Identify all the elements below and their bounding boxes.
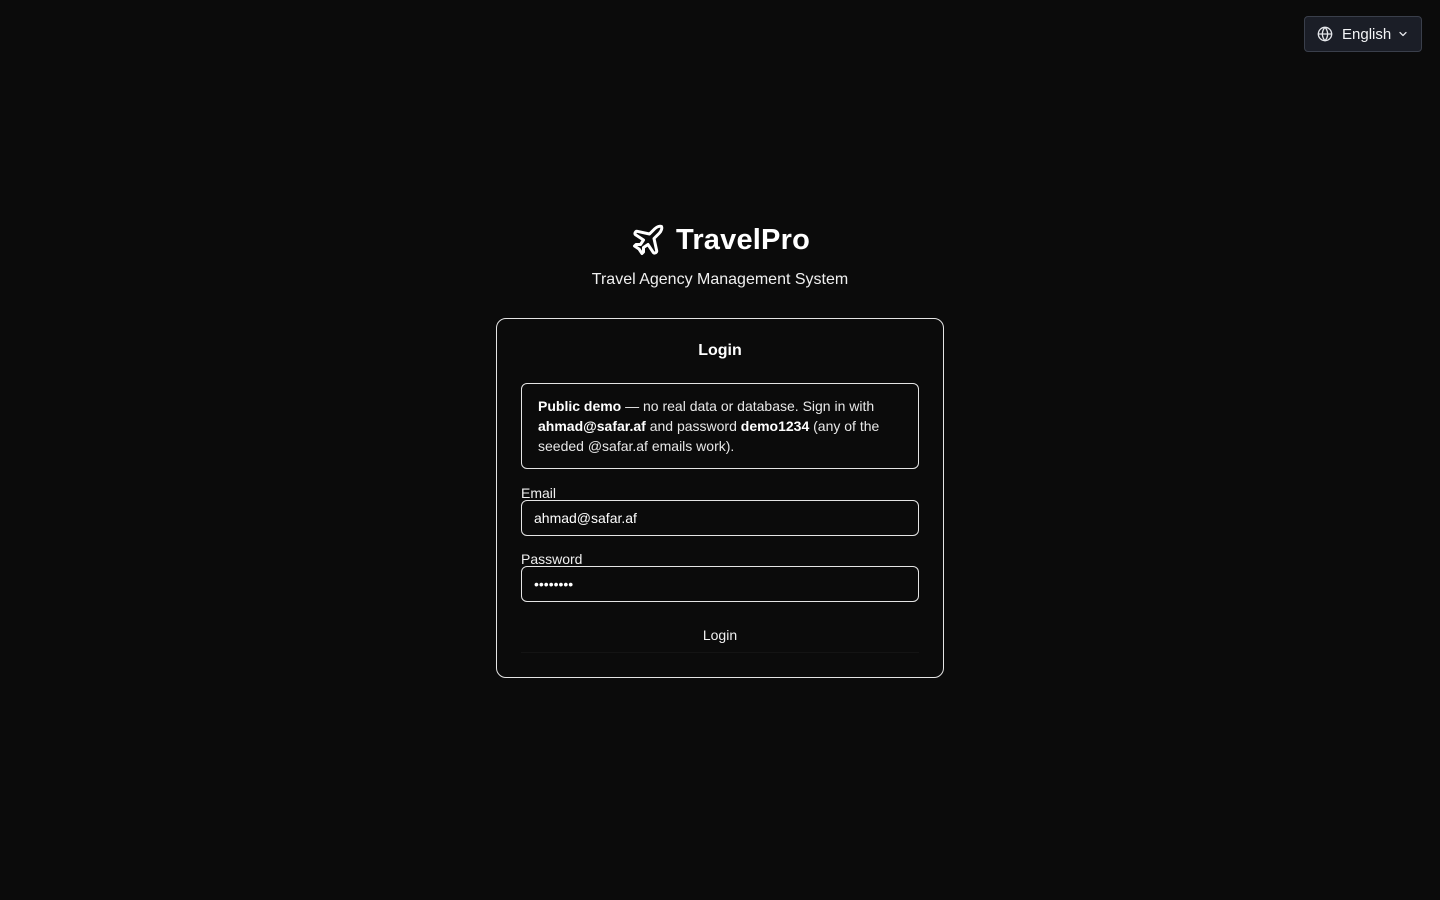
demo-notice: Public demo — no real data or database. … [521, 383, 919, 469]
notice-text: and password [645, 418, 741, 434]
notice-bold-password: demo1234 [740, 418, 810, 434]
notice-bold-email: ahmad@safar.af [538, 418, 646, 434]
login-button[interactable]: Login [521, 617, 919, 653]
notice-bold-demo: Public demo [538, 398, 622, 414]
language-label: English [1342, 25, 1392, 43]
chevron-down-icon [1397, 28, 1409, 40]
password-label: Password [521, 551, 583, 567]
login-card: Login Public demo — no real data or data… [496, 318, 944, 678]
brand-name: TravelPro [676, 223, 810, 256]
tagline: Travel Agency Management System [591, 271, 849, 288]
email-label: Email [521, 485, 557, 501]
brand-header: TravelPro [0, 222, 1440, 258]
password-field[interactable] [521, 566, 919, 602]
globe-icon [1317, 26, 1333, 42]
card-title: Login [698, 342, 742, 359]
language-selector[interactable]: English [1304, 16, 1422, 52]
notice-text: — no real data or database. Sign in with [621, 398, 875, 414]
email-field[interactable] [521, 500, 919, 536]
plane-icon [630, 222, 666, 258]
